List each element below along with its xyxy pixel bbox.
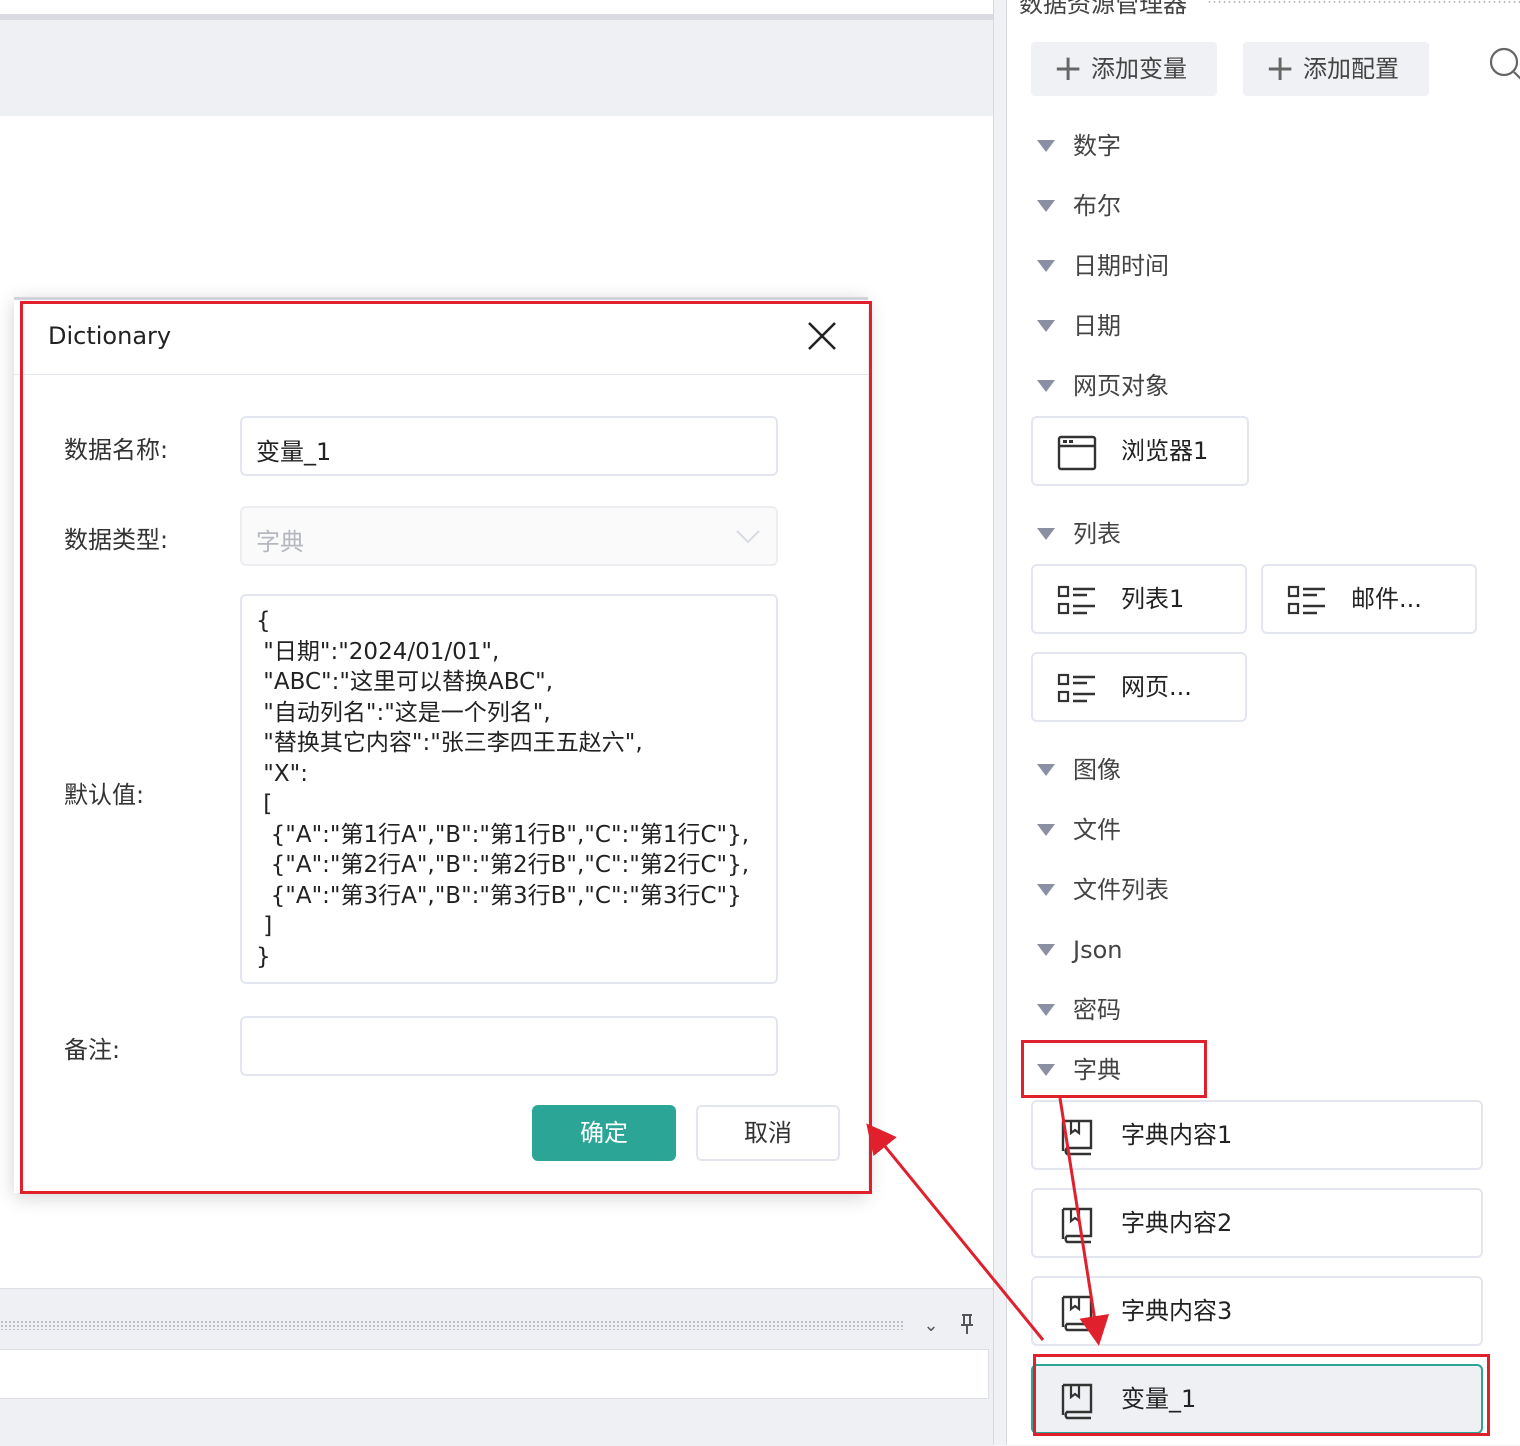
collapse-triangle-icon [1037, 764, 1055, 776]
plus-icon: + [1053, 48, 1084, 89]
editor-toolbar [0, 20, 993, 116]
category-label: 列表 [1073, 520, 1121, 548]
default-value-label: 默认值: [64, 781, 145, 809]
add-variable-label: 添加变量 [1091, 55, 1187, 83]
collapse-triangle-icon [1037, 140, 1055, 152]
panel-splitter[interactable] [993, 0, 1007, 1445]
bottom-panel: ⌄ [0, 1288, 993, 1446]
category-label: 图像 [1073, 756, 1121, 784]
category-label: 日期时间 [1073, 252, 1169, 280]
collapse-triangle-icon [1037, 1064, 1055, 1076]
category-label: 密码 [1073, 996, 1121, 1024]
pin-icon[interactable] [954, 1311, 980, 1337]
dictionary-dialog: Dictionary 数据名称: 变量_1 数据类型: 字典 默认值: { "日… [14, 297, 868, 1193]
category-label: 字典 [1073, 1056, 1121, 1084]
category-label: 布尔 [1073, 192, 1121, 220]
type-select-value: 字典 [256, 528, 304, 556]
dialog-header: Dictionary [14, 300, 868, 375]
list-icon [1287, 585, 1325, 615]
item-dict1[interactable]: 字典内容1 [1031, 1100, 1483, 1170]
item-list1[interactable]: 列表1 [1031, 564, 1247, 634]
add-variable-button[interactable]: + 添加变量 [1031, 42, 1217, 96]
plus-icon: + [1265, 48, 1296, 89]
item-label: 变量_1 [1121, 1385, 1197, 1413]
panel-drag-handle[interactable] [1207, 0, 1520, 4]
item-browser1[interactable]: 浏览器1 [1031, 416, 1249, 486]
collapse-triangle-icon [1037, 1004, 1055, 1016]
item-label: 字典内容3 [1121, 1297, 1233, 1325]
category-label: 数字 [1073, 132, 1121, 160]
bottom-panel-input[interactable] [0, 1349, 989, 1399]
book-icon [1061, 1295, 1093, 1332]
book-icon [1061, 1207, 1093, 1244]
collapse-triangle-icon [1037, 200, 1055, 212]
add-config-button[interactable]: + 添加配置 [1243, 42, 1429, 96]
item-label: 网页... [1121, 673, 1192, 701]
item-webpage[interactable]: 网页... [1031, 652, 1247, 722]
category-label: 日期 [1073, 312, 1121, 340]
collapse-triangle-icon [1037, 320, 1055, 332]
ok-button[interactable]: 确定 [532, 1105, 676, 1161]
collapse-triangle-icon [1037, 884, 1055, 896]
cancel-button[interactable]: 取消 [696, 1105, 840, 1161]
bottom-panel-header: ⌄ [0, 1303, 993, 1347]
item-label: 浏览器1 [1121, 437, 1209, 465]
remark-label: 备注: [64, 1036, 121, 1064]
default-value-text: { "日期":"2024/01/01", "ABC":"这里可以替换ABC", … [256, 608, 750, 970]
category-label: 文件列表 [1073, 876, 1169, 904]
type-select[interactable]: 字典 [240, 506, 778, 566]
add-config-label: 添加配置 [1303, 55, 1399, 83]
category-label: 网页对象 [1073, 372, 1169, 400]
name-label: 数据名称: [64, 436, 169, 464]
item-mail[interactable]: 邮件... [1261, 564, 1477, 634]
item-label: 字典内容1 [1121, 1121, 1233, 1149]
book-icon [1061, 1383, 1093, 1420]
item-label: 列表1 [1121, 585, 1185, 613]
chevron-down-icon [736, 530, 760, 544]
panel-title: 数据资源管理器 [1019, 0, 1187, 18]
item-label: 邮件... [1351, 585, 1422, 613]
type-label: 数据类型: [64, 526, 169, 554]
search-icon[interactable] [1487, 44, 1520, 84]
default-value-textarea[interactable]: { "日期":"2024/01/01", "ABC":"这里可以替换ABC", … [240, 594, 778, 984]
name-input[interactable]: 变量_1 [240, 416, 778, 476]
browser-window-icon [1057, 435, 1097, 471]
collapse-triangle-icon [1037, 944, 1055, 956]
collapse-triangle-icon [1037, 380, 1055, 392]
book-icon [1061, 1119, 1093, 1156]
category-label: Json [1073, 936, 1123, 964]
data-explorer-panel: 数据资源管理器 + 添加变量 + 添加配置 数字 布尔 日期时间 日期 网页对象… [1007, 0, 1520, 1445]
list-icon [1057, 585, 1095, 615]
item-var1[interactable]: 变量_1 [1031, 1364, 1483, 1434]
dialog-title: Dictionary [48, 322, 172, 350]
remark-input[interactable] [240, 1016, 778, 1076]
category-label: 文件 [1073, 816, 1121, 844]
item-label: 字典内容2 [1121, 1209, 1233, 1237]
drag-handle[interactable] [0, 1320, 905, 1330]
close-icon[interactable] [804, 318, 840, 354]
chevron-down-icon[interactable]: ⌄ [918, 1313, 944, 1339]
collapse-triangle-icon [1037, 824, 1055, 836]
item-dict3[interactable]: 字典内容3 [1031, 1276, 1483, 1346]
collapse-triangle-icon [1037, 260, 1055, 272]
collapse-triangle-icon [1037, 528, 1055, 540]
item-dict2[interactable]: 字典内容2 [1031, 1188, 1483, 1258]
name-input-value: 变量_1 [256, 438, 332, 466]
list-icon [1057, 673, 1095, 703]
